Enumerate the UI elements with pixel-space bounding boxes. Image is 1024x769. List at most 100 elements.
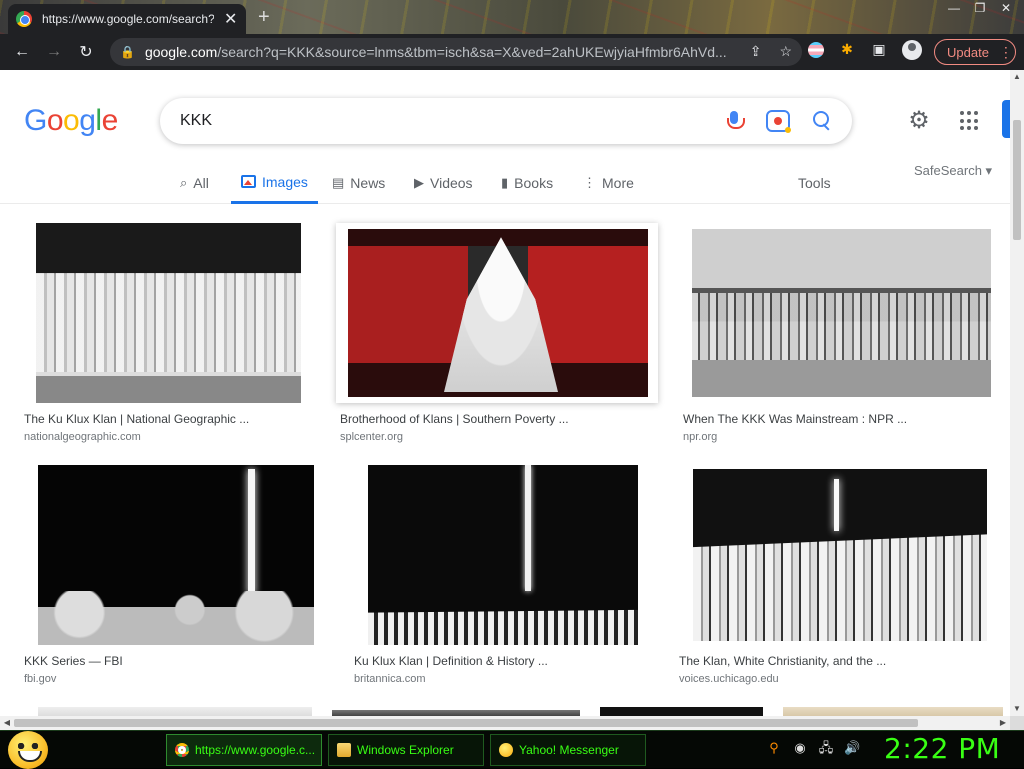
image-result[interactable]: Ku Klux Klan | Definition & History ... … [350,465,656,691]
image-result[interactable] [783,707,1003,716]
update-button[interactable]: Update ⋮ [934,39,1016,65]
result-thumbnail[interactable] [336,223,658,403]
volume-speaker-icon[interactable]: 🔊 [844,740,860,756]
image-result[interactable]: The Klan, White Christianity, and the ..… [675,465,1003,691]
taskbar-item-chrome[interactable]: https://www.google.c... [166,734,322,766]
tab-label: Books [514,175,554,191]
tab-videos[interactable]: ▶ Videos [414,162,473,204]
browser-tab[interactable]: https://www.google.com/search?q=KKK&sour… [8,4,246,34]
profile-avatar-icon[interactable] [902,40,922,60]
address-bar[interactable]: 🔒 google.com/search?q=KKK&source=lnms&tb… [110,38,802,66]
taskbar-clock[interactable]: 2:22 PM [884,732,1000,765]
tab-images[interactable]: Images [231,162,318,204]
tab-more[interactable]: ⋮ More [583,162,634,204]
browser-tab-strip: https://www.google.com/search?q=KKK&sour… [0,0,1024,34]
result-title[interactable]: KKK Series — FBI [24,654,123,668]
result-thumbnail[interactable] [693,469,987,641]
image-result[interactable] [600,707,763,716]
horizontal-scrollbar[interactable]: ◀ ▶ [0,716,1010,730]
image-result[interactable] [38,707,312,716]
tab-all[interactable]: ⌕ All [180,162,209,204]
result-source[interactable]: voices.uchicago.edu [679,673,779,685]
bookmark-star-icon[interactable]: ☆ [779,43,792,60]
tab-close-icon[interactable]: ✕ [224,9,237,29]
result-source[interactable]: npr.org [683,431,717,443]
yahoo-smiley-icon [499,743,513,757]
result-thumbnail[interactable] [692,229,991,397]
google-logo[interactable]: Google [24,104,118,138]
window-controls: — ❐ ✕ [942,0,1018,16]
image-result[interactable]: Brotherhood of Klans | Southern Poverty … [336,223,658,449]
horizontal-scroll-thumb[interactable] [14,719,918,727]
reload-button[interactable]: ↻ [70,42,102,62]
settings-gear-icon[interactable]: ⚙ [906,108,932,134]
lock-icon[interactable]: 🔒 [120,45,135,59]
share-icon[interactable]: ⇪ [750,43,762,60]
side-panel-icon[interactable]: ▣ [870,41,888,59]
scroll-up-arrow-icon[interactable]: ▲ [1010,70,1024,84]
google-lens-camera-icon[interactable] [766,110,791,133]
image-result[interactable]: When The KKK Was Mainstream : NPR ... np… [679,223,1003,449]
new-tab-button[interactable]: + [258,6,270,29]
minimize-button[interactable]: — [942,0,966,16]
microphone-icon[interactable] [722,109,746,133]
address-url[interactable]: google.com/search?q=KKK&source=lnms&tbm=… [145,44,735,60]
result-title[interactable]: The Klan, White Christianity, and the ..… [679,654,886,668]
search-input[interactable]: KKK [160,98,852,144]
result-thumbnail[interactable] [38,707,312,716]
video-play-icon: ▶ [414,175,424,190]
tab-label: Videos [430,175,473,191]
scroll-down-arrow-icon[interactable]: ▼ [1010,702,1024,716]
tab-news[interactable]: ▤ News [332,162,385,204]
close-window-button[interactable]: ✕ [994,0,1018,16]
result-title[interactable]: Ku Klux Klan | Definition & History ... [354,654,548,668]
extensions-puzzle-icon[interactable]: ✱ [838,41,856,59]
safesearch-dropdown[interactable]: SafeSearch ▾ [914,163,992,179]
taskbar-item-yahoo-messenger[interactable]: Yahoo! Messenger [490,734,646,766]
result-thumbnail[interactable] [783,707,1003,716]
folder-icon [337,743,351,757]
result-thumbnail[interactable] [36,223,301,403]
sign-in-button-edge[interactable] [1002,100,1010,138]
vertical-scroll-thumb[interactable] [1013,120,1021,240]
maximize-button[interactable]: ❐ [968,0,992,16]
tab-label: All [193,175,209,191]
search-tray-icon[interactable]: ⚲ [766,740,782,756]
vertical-scrollbar[interactable]: ▲ ▼ [1010,70,1024,716]
result-thumbnail[interactable] [38,465,314,645]
google-apps-grid-icon[interactable] [960,111,980,131]
result-title[interactable]: When The KKK Was Mainstream : NPR ... [683,412,907,426]
status-tray-icon[interactable]: ◉ [792,740,808,756]
search-icon[interactable] [810,109,834,133]
tab-books[interactable]: ▮ Books [501,162,553,204]
result-thumbnail[interactable] [600,707,763,716]
menu-dots-icon: ⋮ [998,43,1013,60]
trans-flag-extension-icon[interactable] [808,42,824,58]
tools-button[interactable]: Tools [798,175,831,191]
url-path: /search?q=KKK&source=lnms&tbm=isch&sa=X&… [217,44,727,60]
taskbar-item-label: Yahoo! Messenger [519,743,619,757]
image-result[interactable]: KKK Series — FBI fbi.gov [20,465,320,691]
forward-button[interactable]: → [38,43,70,61]
result-source[interactable]: nationalgeographic.com [24,431,141,443]
result-thumbnail[interactable] [368,465,638,645]
result-source[interactable]: britannica.com [354,673,426,685]
tab-title: https://www.google.com/search?q=KKK&sour… [42,12,214,26]
start-button-smiley-icon[interactable] [8,731,48,769]
result-title[interactable]: Brotherhood of Klans | Southern Poverty … [340,412,569,426]
scroll-right-arrow-icon[interactable]: ▶ [996,716,1010,730]
result-title[interactable]: The Ku Klux Klan | National Geographic .… [24,412,249,426]
scrollbar-corner [1010,716,1024,730]
result-source[interactable]: splcenter.org [340,431,403,443]
newspaper-icon: ▤ [332,175,345,190]
back-button[interactable]: ← [6,43,38,61]
search-tabs: ⌕ All Images ▤ News ▶ Videos ▮ Books ⋮ M… [0,162,1010,204]
network-tray-icon[interactable]: 🖧 [818,740,834,756]
result-source[interactable]: fbi.gov [24,673,56,685]
scroll-left-arrow-icon[interactable]: ◀ [0,716,14,730]
taskbar-item-windows-explorer[interactable]: Windows Explorer [328,734,484,766]
book-icon: ▮ [501,175,509,190]
google-images-page: Google KKK ⚙ ⌕ All Images ▤ News ▶ Video… [0,70,1010,716]
image-result[interactable]: The Ku Klux Klan | National Geographic .… [20,223,316,449]
system-tray: ⚲ ◉ 🖧 🔊 [766,740,860,756]
